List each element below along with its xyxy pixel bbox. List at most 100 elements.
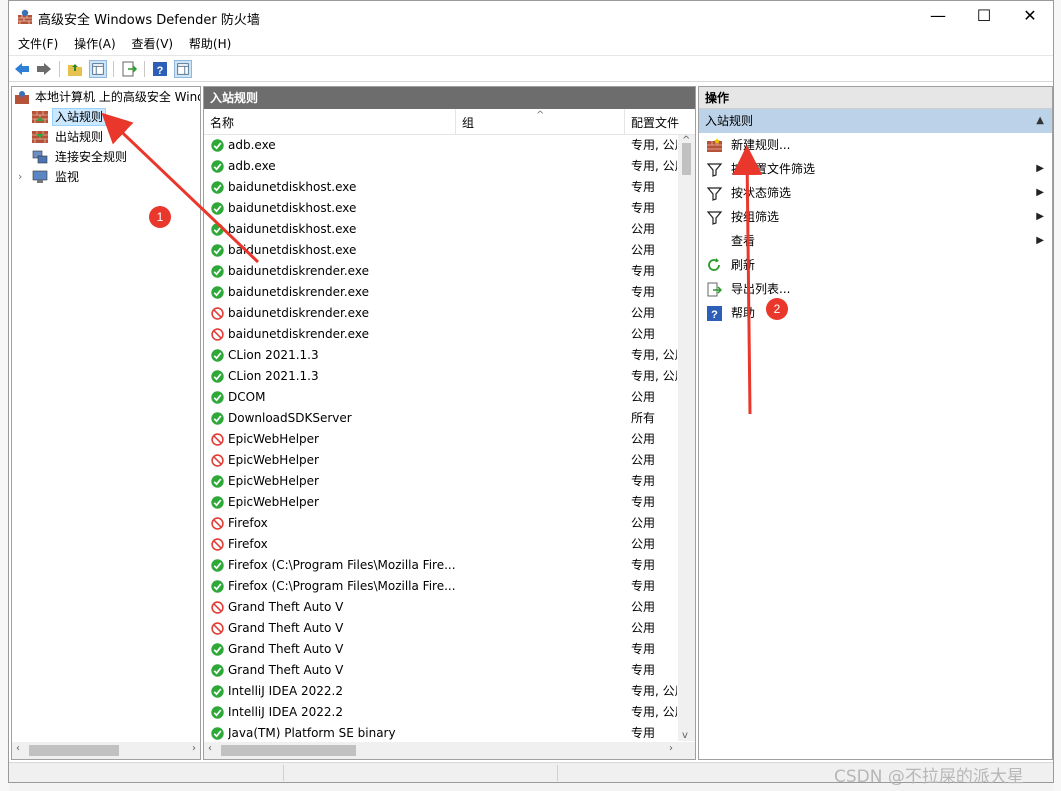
table-row[interactable]: Grand Theft Auto V 专用 [204, 660, 678, 681]
table-row[interactable]: EpicWebHelper 专用 [204, 471, 678, 492]
allow-check-icon [211, 391, 224, 404]
menu-file[interactable]: 文件(F) [18, 32, 58, 52]
table-row[interactable]: Grand Theft Auto V 专用 [204, 639, 678, 660]
rules-list: adb.exe 专用, 公用 adb.exe 专用, 公用 baidunetdiskho… [204, 135, 678, 741]
table-row[interactable]: Firefox 公用 [204, 534, 678, 555]
rule-profile: 公用 [631, 306, 656, 320]
rule-profile: 专用 [631, 201, 656, 215]
table-row[interactable]: baidunetdiskrender.exe 公用 [204, 303, 678, 324]
tree-horizontal-scrollbar[interactable]: ‹ › [12, 742, 200, 759]
scrollbar-thumb[interactable] [29, 745, 119, 756]
outbound-rules-icon [32, 131, 48, 143]
table-row[interactable]: EpicWebHelper 公用 [204, 450, 678, 471]
table-row[interactable]: adb.exe 专用, 公用 [204, 135, 678, 156]
table-row[interactable]: Firefox (C:\Program Files\Mozilla Fire..… [204, 576, 678, 597]
column-header-profile[interactable]: 配置文件 [625, 109, 685, 135]
table-row[interactable]: IntelliJ IDEA 2022.2 专用, 公用 [204, 702, 678, 723]
table-row[interactable]: EpicWebHelper 专用 [204, 492, 678, 513]
rule-name: Firefox [228, 537, 268, 551]
action-item[interactable]: 新建规则... [699, 133, 1052, 157]
action-item[interactable]: 按配置文件筛选 ▶ [699, 157, 1052, 181]
action-item[interactable]: 导出列表... [699, 277, 1052, 301]
scroll-down-icon[interactable]: v [682, 730, 688, 741]
scrollbar-thumb[interactable] [221, 745, 356, 756]
table-row[interactable]: baidunetdiskhost.exe 公用 [204, 240, 678, 261]
close-button[interactable]: ✕ [1007, 1, 1053, 32]
scroll-left-icon[interactable]: ‹ [208, 743, 212, 754]
table-row[interactable]: CLion 2021.1.3 专用, 公用 [204, 366, 678, 387]
action-item[interactable]: 刷新 [699, 253, 1052, 277]
rule-name: adb.exe [228, 159, 276, 173]
rule-profile: 公用 [631, 327, 656, 341]
allow-check-icon [211, 244, 224, 257]
table-row[interactable]: IntelliJ IDEA 2022.2 专用, 公用 [204, 681, 678, 702]
table-row[interactable]: CLion 2021.1.3 专用, 公用 [204, 345, 678, 366]
table-row[interactable]: Grand Theft Auto V 公用 [204, 597, 678, 618]
up-folder-icon[interactable] [66, 60, 84, 78]
allow-check-icon [211, 559, 224, 572]
rule-name: DCOM [228, 390, 266, 404]
table-row[interactable]: baidunetdiskrender.exe 专用 [204, 261, 678, 282]
allow-check-icon [211, 706, 224, 719]
table-row[interactable]: baidunetdiskhost.exe 公用 [204, 219, 678, 240]
firewall-app-icon [18, 9, 32, 24]
table-row[interactable]: baidunetdiskrender.exe 公用 [204, 324, 678, 345]
action-label: 按状态筛选 [731, 186, 792, 200]
rule-profile: 专用, 公用 [631, 348, 677, 362]
actions-section-inbound[interactable]: 入站规则 ▲ [699, 109, 1052, 133]
minimize-button[interactable]: — [915, 1, 961, 32]
show-action-pane-icon[interactable] [174, 60, 192, 78]
expand-chevron-icon[interactable]: › [18, 167, 22, 187]
column-headers: 名称 组 配置文件 ^ [204, 109, 695, 135]
table-row[interactable]: DCOM 公用 [204, 387, 678, 408]
tree-root[interactable]: 本地计算机 上的高级安全 Windows Defender 防火墙 [15, 87, 200, 107]
table-row[interactable]: EpicWebHelper 公用 [204, 429, 678, 450]
rule-name: CLion 2021.1.3 [228, 348, 319, 362]
forward-arrow-icon[interactable] [35, 60, 53, 78]
menu-help[interactable]: 帮助(H) [189, 32, 231, 52]
title-bar[interactable]: 高级安全 Windows Defender 防火墙 — ☐ ✕ [9, 1, 1053, 32]
allow-check-icon [211, 496, 224, 509]
menu-bar: 文件(F) 操作(A) 查看(V) 帮助(H) [9, 32, 1053, 54]
menu-view[interactable]: 查看(V) [132, 32, 174, 52]
table-row[interactable]: baidunetdiskhost.exe 专用 [204, 198, 678, 219]
table-row[interactable]: DownloadSDKServer 所有 [204, 408, 678, 429]
scrollbar-thumb[interactable] [682, 143, 691, 175]
action-item[interactable]: ? 帮助 [699, 301, 1052, 325]
rule-profile: 公用 [631, 600, 656, 614]
filter-icon [707, 187, 722, 201]
table-row[interactable]: baidunetdiskhost.exe 专用 [204, 177, 678, 198]
scroll-right-icon[interactable]: › [669, 743, 673, 754]
table-row[interactable]: adb.exe 专用, 公用 [204, 156, 678, 177]
collapse-caret-icon[interactable]: ▲ [1036, 109, 1044, 133]
action-item[interactable]: 按状态筛选 ▶ [699, 181, 1052, 205]
rule-profile: 专用 [631, 579, 656, 593]
table-row[interactable]: Firefox 公用 [204, 513, 678, 534]
rules-vertical-scrollbar[interactable]: ^ v [678, 135, 695, 741]
rule-name: Firefox (C:\Program Files\Mozilla Fire..… [228, 579, 456, 593]
rule-name: baidunetdiskrender.exe [228, 264, 369, 278]
action-item[interactable]: 查看 ▶ [699, 229, 1052, 253]
rule-profile: 专用, 公用 [631, 138, 677, 152]
action-item[interactable]: 按组筛选 ▶ [699, 205, 1052, 229]
maximize-button[interactable]: ☐ [961, 1, 1007, 32]
scroll-right-icon[interactable]: › [192, 743, 196, 754]
actions-section-label: 入站规则 [705, 114, 754, 128]
submenu-arrow-icon: ▶ [1036, 163, 1044, 174]
table-row[interactable]: Firefox (C:\Program Files\Mozilla Fire..… [204, 555, 678, 576]
menu-action[interactable]: 操作(A) [74, 32, 116, 52]
allow-check-icon [211, 223, 224, 236]
rule-profile: 公用 [631, 621, 656, 635]
scroll-left-icon[interactable]: ‹ [16, 743, 20, 754]
rules-horizontal-scrollbar[interactable]: ‹ › [204, 742, 695, 759]
table-row[interactable]: Java(TM) Platform SE binary 专用 [204, 723, 678, 741]
back-arrow-icon[interactable] [13, 60, 31, 78]
actions-pane-title: 操作 [699, 87, 1052, 109]
rule-name: EpicWebHelper [228, 432, 319, 446]
column-header-name[interactable]: 名称 [204, 109, 456, 135]
help-icon[interactable]: ? [151, 60, 169, 78]
export-list-icon[interactable] [120, 60, 138, 78]
table-row[interactable]: baidunetdiskrender.exe 专用 [204, 282, 678, 303]
show-tree-icon[interactable] [89, 60, 107, 78]
table-row[interactable]: Grand Theft Auto V 公用 [204, 618, 678, 639]
